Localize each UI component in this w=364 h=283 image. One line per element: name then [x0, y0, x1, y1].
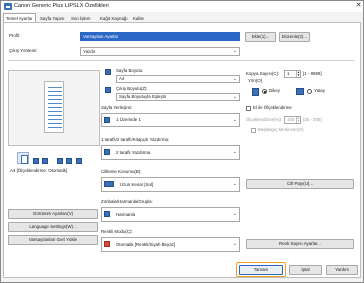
stapling-select[interactable]: Harmanla ⌄: [101, 207, 240, 222]
language-settings-button[interactable]: Language Settings(W)...: [8, 222, 98, 232]
scaling-percent-label: Ölçeklendirme(%):: [246, 117, 283, 122]
portrait-label: Dikey: [269, 88, 280, 93]
page-layout-value: 1 Üzerinde 1: [116, 117, 141, 122]
spin-arrows-icon[interactable]: ▲ ▼: [296, 71, 300, 77]
layout-icon[interactable]: [33, 158, 39, 164]
collate-icon: [104, 211, 110, 217]
page-layout-select[interactable]: 1 Üzerinde 1 ⌄: [101, 113, 240, 127]
output-size-value: Sayfa Boyutuyla Eşleştir: [119, 94, 167, 99]
window-title: Canon Generic Plus LIPSLX Özellikleri: [14, 3, 109, 9]
page-size-icon: [105, 69, 111, 75]
color-mode-select[interactable]: Otomatik [Renkli/Siyah Beyaz] ⌄: [101, 237, 240, 252]
landscape-icon: [296, 88, 304, 95]
chevron-down-icon: ⌄: [232, 117, 237, 123]
chevron-down-icon: ⌄: [232, 76, 237, 82]
copies-value: 1: [287, 71, 290, 76]
output-method-value: Yazdır: [83, 49, 96, 54]
stapling-label: Zımbala/Harmanla/Grupla:: [101, 199, 153, 204]
chevron-down-icon: ⌄: [232, 149, 237, 155]
chevron-down-icon: ⌄: [232, 94, 237, 100]
manual-scaling-label: El ile Ölçeklendirme: [253, 105, 292, 110]
duplex-value: 2 taraflı Yazdırma: [116, 150, 151, 155]
output-size-label: Çıkış Boyutu(Z):: [116, 86, 148, 91]
profile-label: Profil:: [9, 33, 21, 38]
binding-select[interactable]: Uzun Kenar [Sol] ⌄: [101, 177, 240, 192]
color-mode-value: Otomatik [Renkli/Siyah Beyaz]: [116, 242, 176, 247]
duplex-icon: [104, 149, 110, 155]
start-center-label: Başlangıç Merkezde(S): [258, 127, 304, 132]
page-layout-icon: [104, 117, 110, 123]
duplex-select[interactable]: 2 taraflı Yazdırma ⌄: [101, 145, 240, 160]
color-count-settings-button[interactable]: Renk Sayısı Ayarlar...: [246, 239, 354, 249]
chevron-down-icon: ⌄: [232, 181, 237, 187]
edit-profile-button[interactable]: Düzenle(2)...: [279, 32, 310, 42]
scaling-range: [25 - 200]: [303, 117, 322, 122]
color-mode-label: Renkli Modu(C):: [101, 229, 133, 234]
copies-label: Kopya Sayısı(C):: [246, 71, 280, 76]
landscape-radio[interactable]: [307, 89, 312, 94]
title-bar: Canon Generic Plus LIPSLX Özellikleri ✕: [1, 1, 363, 12]
preview-page: [44, 81, 64, 133]
layout-icon[interactable]: [42, 158, 48, 164]
page-size-value: A4: [119, 76, 125, 81]
cancel-button[interactable]: İptal: [289, 265, 322, 275]
copies-range: [1 - 9999]: [303, 71, 322, 76]
portrait-icon: [252, 88, 259, 96]
portrait-radio[interactable]: [262, 89, 267, 94]
add-profile-button[interactable]: Ekle(1)...: [245, 32, 276, 42]
start-center-checkbox[interactable]: [251, 128, 256, 133]
close-icon[interactable]: ✕: [354, 1, 363, 11]
chevron-down-icon: ⌄: [232, 211, 237, 217]
settings-view-icon[interactable]: [66, 158, 72, 164]
preview-caption: A4 [Ölçeklendirme: Otomatik]: [10, 168, 68, 173]
view-settings-button[interactable]: Görünüm Ayarları(V): [8, 209, 98, 219]
page-size-label: Sayfa Boyutu:: [116, 68, 144, 73]
landscape-label: Yatay: [314, 88, 325, 93]
printer-icon: [4, 3, 12, 10]
settings-view-icon[interactable]: [76, 158, 82, 164]
page-layout-label: Sayfa Yerleşimi:: [101, 105, 133, 110]
help-button[interactable]: Yardım: [326, 265, 358, 275]
binding-label: Ciltleme Konumu(B):: [101, 169, 142, 174]
copies-stepper[interactable]: 1 ▲ ▼: [284, 70, 301, 78]
manual-scaling-checkbox[interactable]: [246, 106, 251, 111]
output-method-select[interactable]: Yazdır ⌄: [80, 47, 240, 56]
page-preview: [8, 70, 100, 146]
scaling-percent-value: 100: [287, 117, 295, 122]
gutter-button[interactable]: Cilt Payı(U)...: [246, 179, 354, 189]
restore-defaults-button[interactable]: Varsayılanları Geri Yükle: [8, 235, 98, 245]
spin-arrows-icon[interactable]: ▲ ▼: [296, 117, 300, 123]
duplex-label: 1 taraflı/2 taraflı/Kitapçık Yazdırma:: [101, 137, 170, 142]
binding-value: Uzun Kenar [Sol]: [120, 182, 154, 187]
page-size-select[interactable]: A4 ⌄: [116, 75, 240, 83]
output-method-label: Çıkış Yöntemi:: [9, 48, 38, 53]
ok-button[interactable]: Tamam: [239, 265, 283, 275]
divider: [8, 60, 354, 61]
profile-select[interactable]: Varsayılan Ayarlar ⌄: [80, 32, 240, 41]
output-size-icon: [105, 87, 111, 93]
binding-icon: [104, 181, 114, 187]
orientation-label: Yön(O): [248, 78, 263, 83]
settings-view-icon[interactable]: [57, 158, 63, 164]
printer-view-icon[interactable]: [17, 152, 29, 164]
chevron-down-icon: ⌄: [232, 241, 237, 247]
color-mode-icon: [104, 241, 110, 247]
chevron-down-icon: ⌄: [232, 48, 237, 54]
output-size-select[interactable]: Sayfa Boyutuyla Eşleştir ⌄: [116, 93, 240, 101]
chevron-down-icon: ⌄: [232, 33, 237, 39]
scaling-percent-stepper[interactable]: 100 ▲ ▼: [284, 116, 301, 124]
profile-value: Varsayılan Ayarlar: [83, 34, 119, 39]
stapling-value: Harmanla: [116, 212, 136, 217]
